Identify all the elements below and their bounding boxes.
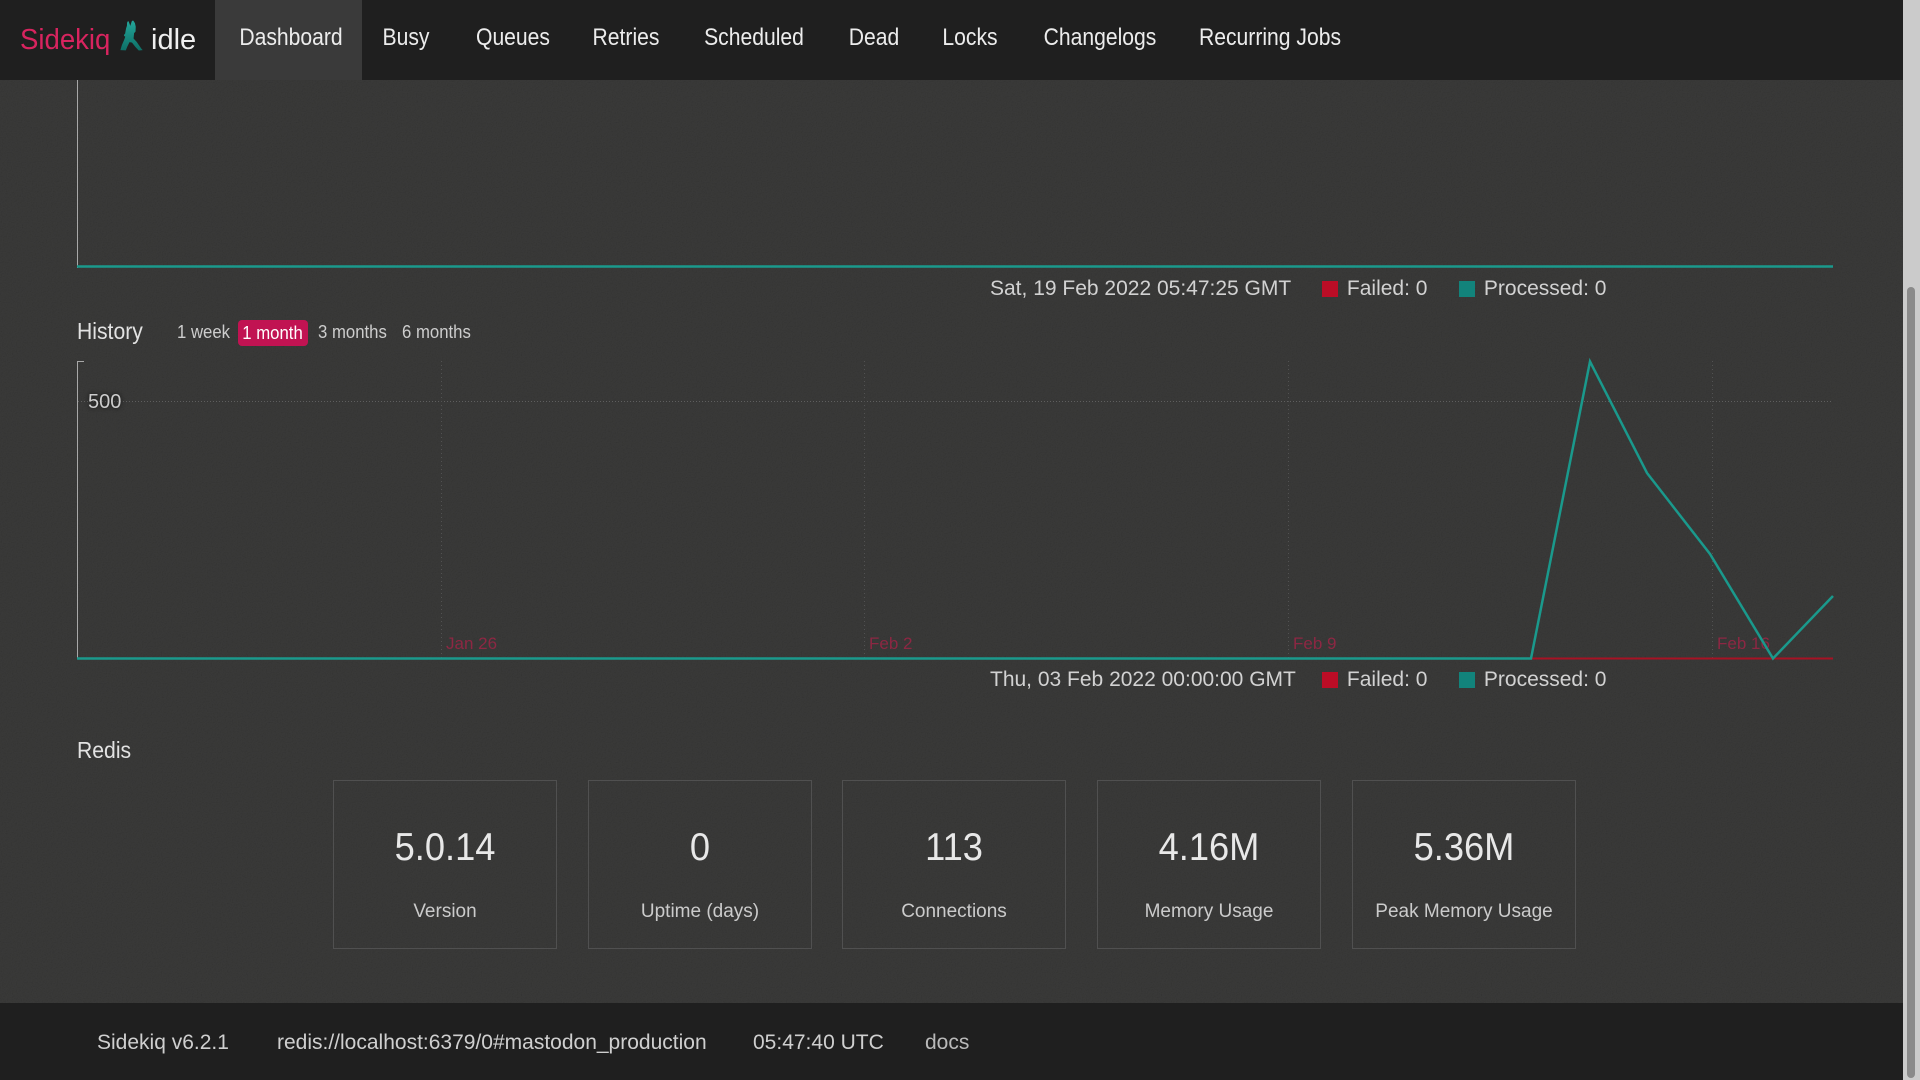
svg-text:500: 500 bbox=[88, 391, 121, 413]
svg-text:Feb 16: Feb 16 bbox=[1717, 634, 1770, 653]
svg-text:Jan 26: Jan 26 bbox=[446, 634, 497, 653]
svg-text:Feb 2: Feb 2 bbox=[869, 634, 912, 653]
svg-text:Feb 9: Feb 9 bbox=[1293, 634, 1336, 653]
